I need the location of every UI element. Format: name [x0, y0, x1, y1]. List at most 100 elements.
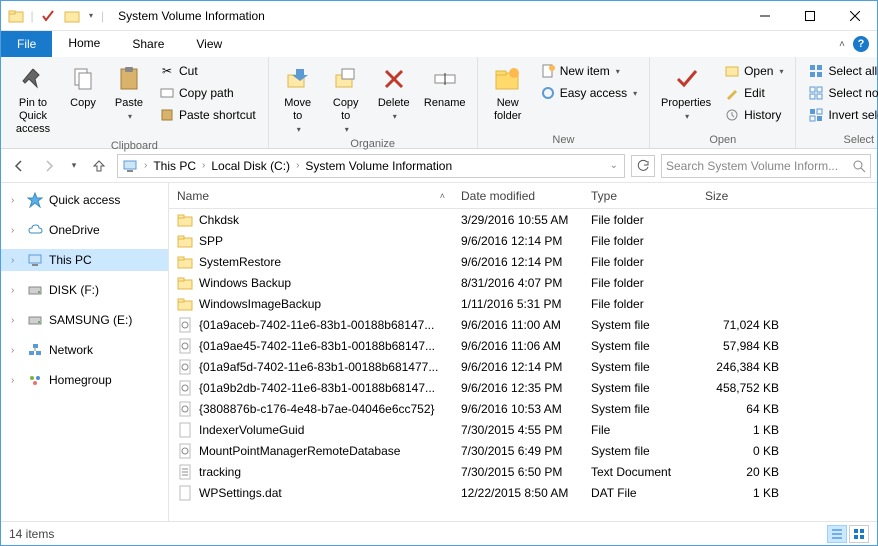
- chevron-down-icon: ▾: [633, 89, 637, 98]
- properties-button[interactable]: Properties▾: [658, 61, 714, 123]
- pin-to-quick-access-button[interactable]: Pin to Quick access: [9, 61, 57, 138]
- open-button[interactable]: Open▾: [720, 61, 787, 81]
- breadcrumb-segment[interactable]: This PC: [151, 159, 198, 173]
- copy-icon: [67, 63, 99, 95]
- file-row[interactable]: SPP9/6/2016 12:14 PMFile folder: [169, 230, 877, 251]
- copy-to-button[interactable]: Copy to▾: [325, 61, 367, 136]
- chevron-right-icon[interactable]: ›: [202, 160, 205, 171]
- folder-icon: [177, 212, 193, 228]
- chevron-right-icon[interactable]: ›: [11, 225, 21, 236]
- history-button[interactable]: History: [720, 105, 787, 125]
- forward-button[interactable]: [37, 154, 61, 178]
- file-row[interactable]: {3808876b-c176-4e48-b7ae-04046e6cc752}9/…: [169, 398, 877, 419]
- close-button[interactable]: [832, 1, 877, 31]
- invert-selection-button[interactable]: Invert selection: [804, 105, 878, 125]
- file-size: 64 KB: [697, 402, 787, 416]
- new-folder-qat-icon[interactable]: [61, 5, 83, 27]
- file-type: File folder: [583, 276, 697, 290]
- maximize-button[interactable]: [787, 1, 832, 31]
- up-button[interactable]: [87, 154, 111, 178]
- file-name: {01a9b2db-7402-11e6-83b1-00188b68147...: [199, 381, 435, 395]
- delete-button[interactable]: Delete▾: [373, 61, 415, 123]
- item-count: 14 items: [9, 527, 54, 541]
- chevron-right-icon[interactable]: ›: [11, 285, 21, 296]
- column-date[interactable]: Date modified: [453, 189, 583, 203]
- file-row[interactable]: SystemRestore9/6/2016 12:14 PMFile folde…: [169, 251, 877, 272]
- file-row[interactable]: IndexerVolumeGuid7/30/2015 4:55 PMFile1 …: [169, 419, 877, 440]
- chevron-right-icon[interactable]: ›: [144, 160, 147, 171]
- nav-item-onedrive[interactable]: ›OneDrive: [1, 219, 168, 241]
- nav-item-this-pc[interactable]: ›This PC: [1, 249, 168, 271]
- chevron-right-icon[interactable]: ›: [11, 255, 21, 266]
- column-size[interactable]: Size: [697, 189, 787, 203]
- file-row[interactable]: Windows Backup8/31/2016 4:07 PMFile fold…: [169, 272, 877, 293]
- breadcrumb-segment[interactable]: Local Disk (C:): [209, 159, 292, 173]
- scissors-icon: ✂: [159, 63, 175, 79]
- copy-path-button[interactable]: Copy path: [155, 83, 260, 103]
- refresh-button[interactable]: [631, 155, 655, 177]
- search-input[interactable]: [666, 159, 852, 173]
- new-item-button[interactable]: New item▾: [536, 61, 641, 81]
- nav-item-homegroup[interactable]: ›Homegroup: [1, 369, 168, 391]
- chevron-up-icon[interactable]: ˄: [839, 39, 845, 50]
- chevron-right-icon[interactable]: ›: [11, 315, 21, 326]
- copy-button[interactable]: Copy: [63, 61, 103, 112]
- search-icon[interactable]: [852, 159, 866, 173]
- file-row[interactable]: {01a9aceb-7402-11e6-83b1-00188b68147...9…: [169, 314, 877, 335]
- large-icons-view-button[interactable]: [849, 525, 869, 543]
- file-type: System file: [583, 381, 697, 395]
- paste-shortcut-button[interactable]: Paste shortcut: [155, 105, 260, 125]
- back-button[interactable]: [7, 154, 31, 178]
- sys-icon: [177, 317, 193, 333]
- nav-item-quick-access[interactable]: ›Quick access: [1, 189, 168, 211]
- help-icon[interactable]: ?: [853, 36, 869, 52]
- recent-locations-button[interactable]: ▾: [67, 154, 81, 178]
- file-row[interactable]: MountPointManagerRemoteDatabase7/30/2015…: [169, 440, 877, 461]
- select-none-button[interactable]: Select none: [804, 83, 878, 103]
- column-name[interactable]: Name˄: [169, 189, 453, 203]
- tab-share[interactable]: Share: [116, 31, 180, 57]
- file-type: System file: [583, 318, 697, 332]
- new-folder-button[interactable]: New folder: [486, 61, 530, 125]
- file-row[interactable]: {01a9af5d-7402-11e6-83b1-00188b681477...…: [169, 356, 877, 377]
- search-box[interactable]: [661, 154, 871, 178]
- nav-item-network[interactable]: ›Network: [1, 339, 168, 361]
- details-view-button[interactable]: [827, 525, 847, 543]
- file-row[interactable]: WindowsImageBackup1/11/2016 5:31 PMFile …: [169, 293, 877, 314]
- tab-file[interactable]: File: [1, 31, 52, 57]
- folder-icon: [177, 275, 193, 291]
- chevron-right-icon[interactable]: ›: [11, 195, 21, 206]
- file-date: 9/6/2016 12:14 PM: [453, 255, 583, 269]
- paste-shortcut-icon: [159, 107, 175, 123]
- move-to-button[interactable]: Move to▾: [277, 61, 319, 136]
- new-item-icon: [540, 63, 556, 79]
- file-row[interactable]: tracking7/30/2015 6:50 PMText Document20…: [169, 461, 877, 482]
- invert-selection-icon: [808, 107, 824, 123]
- chevron-right-icon[interactable]: ›: [11, 345, 21, 356]
- tab-view[interactable]: View: [180, 31, 238, 57]
- file-date: 9/6/2016 12:35 PM: [453, 381, 583, 395]
- file-row[interactable]: Chkdsk3/29/2016 10:55 AMFile folder: [169, 209, 877, 230]
- tab-home[interactable]: Home: [52, 31, 116, 57]
- breadcrumb-segment[interactable]: System Volume Information: [303, 159, 454, 173]
- file-row[interactable]: {01a9ae45-7402-11e6-83b1-00188b68147...9…: [169, 335, 877, 356]
- address-bar[interactable]: › This PC › Local Disk (C:) › System Vol…: [117, 154, 625, 178]
- edit-button[interactable]: Edit: [720, 83, 787, 103]
- nav-item-samsung-e-[interactable]: ›SAMSUNG (E:): [1, 309, 168, 331]
- select-all-button[interactable]: Select all: [804, 61, 878, 81]
- nav-item-disk-f-[interactable]: ›DISK (F:): [1, 279, 168, 301]
- minimize-button[interactable]: [742, 1, 787, 31]
- properties-qat-icon[interactable]: [37, 5, 59, 27]
- file-row[interactable]: {01a9b2db-7402-11e6-83b1-00188b68147... 9…: [169, 377, 877, 398]
- file-row[interactable]: WPSettings.dat12/22/2015 8:50 AMDAT File…: [169, 482, 877, 503]
- file-type: File folder: [583, 255, 697, 269]
- qat-dropdown-icon[interactable]: ▾: [85, 5, 97, 27]
- paste-button[interactable]: Paste ▾: [109, 61, 149, 123]
- rename-button[interactable]: Rename: [421, 61, 469, 112]
- chevron-right-icon[interactable]: ›: [296, 160, 299, 171]
- column-type[interactable]: Type: [583, 189, 697, 203]
- chevron-right-icon[interactable]: ›: [11, 375, 21, 386]
- chevron-down-icon[interactable]: ⌄: [610, 160, 618, 171]
- easy-access-button[interactable]: Easy access▾: [536, 83, 641, 103]
- cut-button[interactable]: ✂Cut: [155, 61, 260, 81]
